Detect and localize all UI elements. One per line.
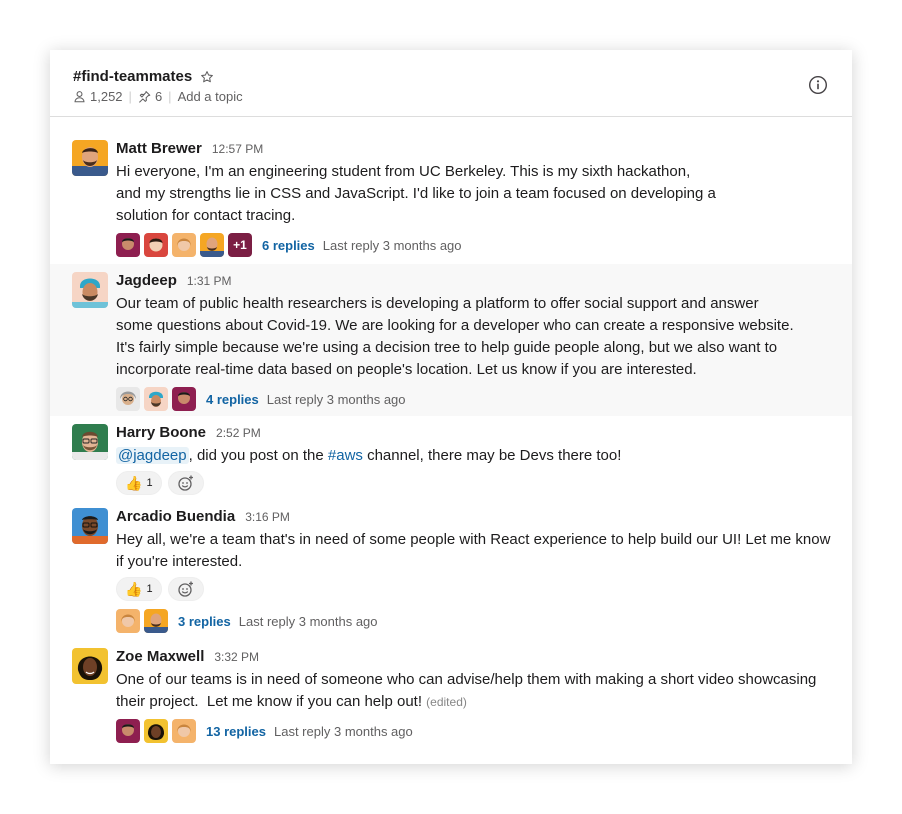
participant-avatar [116, 609, 140, 633]
channel-meta: 1,252 | 6 | Add a topic [73, 89, 243, 104]
reply-count-link[interactable]: 13 replies [206, 724, 266, 739]
message-body: Harry Boone 2:52 PM @jagdeep, did you po… [116, 424, 832, 495]
timestamp[interactable]: 12:57 PM [212, 142, 263, 156]
pinned-count-button[interactable]: 6 [138, 89, 162, 104]
meta-divider: | [168, 89, 172, 104]
timestamp[interactable]: 3:16 PM [245, 510, 290, 524]
message-body: Arcadio Buendia 3:16 PM Hey all, we're a… [116, 508, 832, 633]
reaction-bar: 👍 1 [116, 471, 832, 495]
channel-header: #find-teammates 1,252 | 6 | Add a topic [50, 50, 852, 117]
channel-panel: #find-teammates 1,252 | 6 | Add a topic [50, 50, 852, 764]
channel-name[interactable]: #find-teammates [73, 68, 192, 85]
participant-avatar [116, 387, 140, 411]
thumbs-up-icon: 👍 [125, 474, 143, 491]
last-reply-time: Last reply 3 months ago [274, 723, 413, 739]
thread-summary[interactable]: +1 6 replies Last reply 3 months ago [116, 233, 832, 257]
last-reply-time: Last reply 3 months ago [322, 237, 462, 253]
participant-avatar [200, 233, 224, 257]
avatar[interactable] [72, 272, 108, 308]
message-item[interactable]: Harry Boone 2:52 PM @jagdeep, did you po… [50, 416, 852, 498]
message-text: @jagdeep, did you post on the #aws chann… [116, 447, 622, 464]
message-body: Jagdeep 1:31 PM Our team of public healt… [116, 272, 832, 411]
message-item[interactable]: Jagdeep 1:31 PM Our team of public healt… [50, 264, 852, 416]
message-body: Matt Brewer 12:57 PM Hi everyone, I'm an… [116, 140, 832, 257]
message-item[interactable]: Matt Brewer 12:57 PM Hi everyone, I'm an… [50, 132, 852, 260]
participant-avatar [144, 719, 168, 743]
reaction-bar: 👍 1 [116, 577, 832, 601]
star-icon[interactable] [200, 70, 214, 84]
add-reaction-icon [177, 581, 193, 597]
member-icon [74, 91, 85, 103]
message-body: Zoe Maxwell 3:32 PM One of our teams is … [116, 648, 832, 743]
participant-avatar [144, 387, 168, 411]
thread-summary[interactable]: 13 replies Last reply 3 months ago [116, 719, 832, 743]
author-name[interactable]: Arcadio Buendia [116, 508, 235, 525]
message-text: Hey all, we're a team that's in need of … [116, 531, 831, 570]
last-reply-time: Last reply 3 months ago [238, 613, 378, 629]
pin-icon [138, 90, 151, 103]
avatar[interactable] [72, 648, 108, 684]
thread-summary[interactable]: 4 replies Last reply 3 months ago [116, 387, 832, 411]
participant-avatar [144, 233, 168, 257]
message-item[interactable]: Zoe Maxwell 3:32 PM One of our teams is … [50, 640, 852, 750]
add-reaction-button[interactable] [167, 577, 204, 601]
message-text: Our team of public health researchers is… [116, 295, 794, 378]
channel-link[interactable]: #aws [328, 447, 363, 464]
user-mention[interactable]: @jagdeep [116, 447, 189, 464]
thumbs-up-icon: 👍 [125, 580, 143, 597]
author-name[interactable]: Jagdeep [116, 272, 177, 289]
message-text: Hi everyone, I'm an engineering student … [116, 163, 716, 224]
add-reaction-icon [177, 475, 193, 491]
more-participants-badge: +1 [228, 233, 252, 257]
meta-divider: | [128, 89, 132, 104]
member-count: 1,252 [90, 89, 123, 104]
channel-title-row: #find-teammates [73, 68, 214, 85]
message-item[interactable]: Arcadio Buendia 3:16 PM Hey all, we're a… [50, 500, 852, 636]
member-count-button[interactable]: 1,252 [73, 89, 123, 104]
reply-count-link[interactable]: 4 replies [206, 392, 259, 407]
participant-avatar [172, 233, 196, 257]
timestamp[interactable]: 3:32 PM [214, 650, 259, 664]
participant-avatar [172, 387, 196, 411]
reaction-thumbs-up[interactable]: 👍 1 [116, 577, 162, 601]
avatar[interactable] [72, 424, 108, 460]
pinned-count: 6 [154, 89, 163, 104]
message-text: One of our teams is in need of someone w… [116, 671, 817, 710]
avatar[interactable] [72, 508, 108, 544]
reply-count-link[interactable]: 6 replies [262, 238, 315, 253]
reaction-thumbs-up[interactable]: 👍 1 [116, 471, 162, 495]
last-reply-time: Last reply 3 months ago [266, 391, 406, 407]
info-icon[interactable] [808, 75, 828, 95]
add-reaction-button[interactable] [167, 471, 204, 495]
reaction-count: 1 [146, 477, 153, 489]
reply-count-link[interactable]: 3 replies [178, 614, 231, 629]
timestamp[interactable]: 2:52 PM [216, 426, 261, 440]
avatar[interactable] [72, 140, 108, 176]
author-name[interactable]: Zoe Maxwell [116, 648, 204, 665]
reaction-count: 1 [146, 583, 153, 595]
author-name[interactable]: Harry Boone [116, 424, 206, 441]
author-name[interactable]: Matt Brewer [116, 140, 202, 157]
participant-avatar [116, 719, 140, 743]
add-topic-link[interactable]: Add a topic [178, 89, 243, 104]
participant-avatar [172, 719, 196, 743]
participant-avatar [116, 233, 140, 257]
thread-summary[interactable]: 3 replies Last reply 3 months ago [116, 609, 832, 633]
participant-avatar [144, 609, 168, 633]
timestamp[interactable]: 1:31 PM [187, 274, 232, 288]
edited-label: (edited) [426, 695, 467, 709]
